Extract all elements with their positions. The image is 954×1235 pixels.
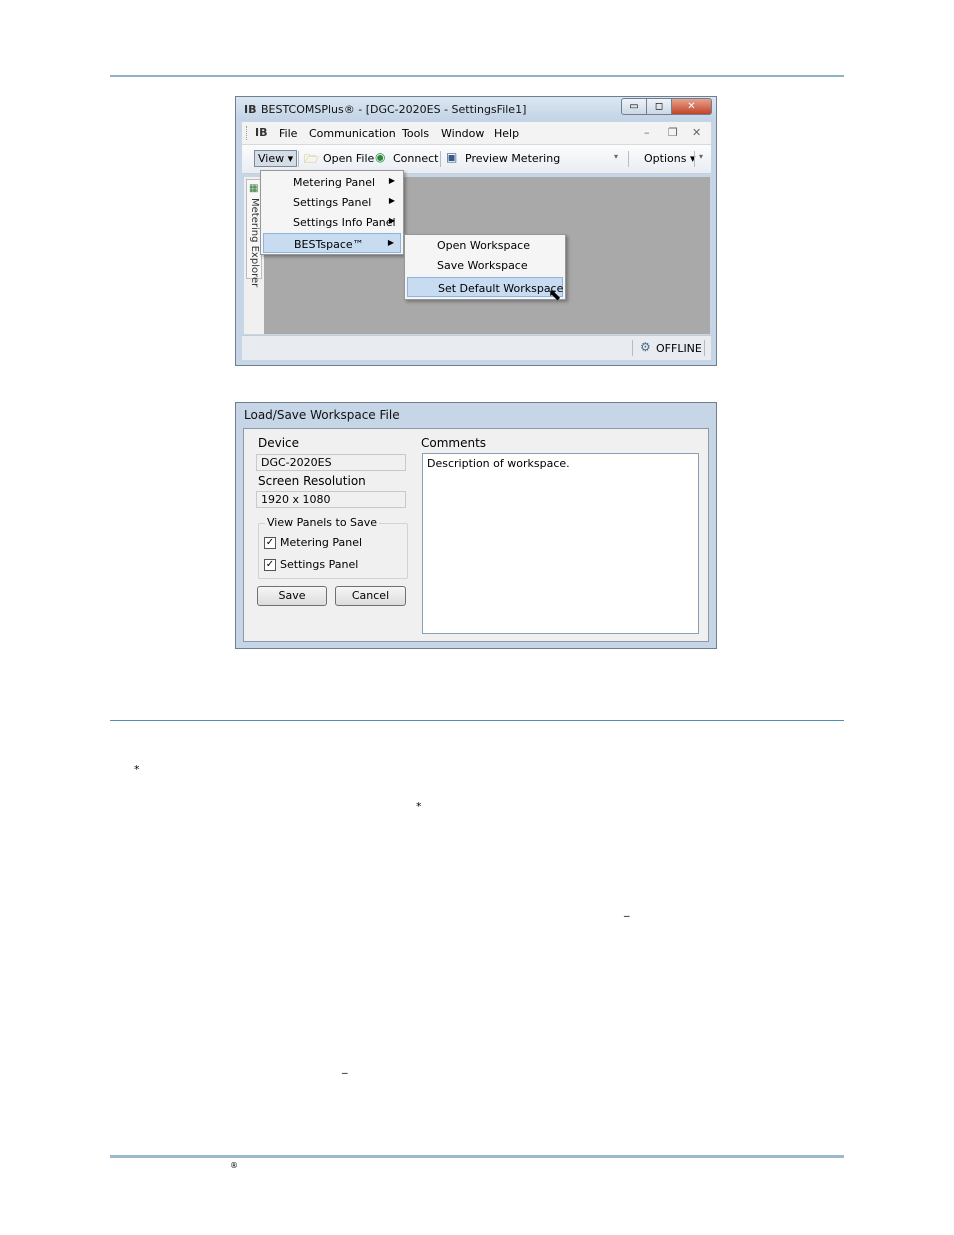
load-save-workspace-dialog: Load/Save Workspace File Device DGC-2020… [235, 402, 717, 649]
footer-rule [110, 1155, 844, 1158]
view-button[interactable]: View ▾ [254, 150, 298, 167]
metering-explorer-label: Metering Explorer [249, 198, 260, 288]
connect-button[interactable]: Connect [393, 152, 438, 165]
save-button[interactable]: Save [257, 586, 327, 606]
menu-window[interactable]: Window [441, 127, 484, 140]
menu-item-label: Settings Panel [293, 196, 372, 209]
menu-file[interactable]: File [279, 127, 297, 140]
group-title: View Panels to Save [265, 516, 380, 529]
toolbar-separator [298, 151, 299, 167]
underline-mark: _ [342, 1061, 348, 1074]
screen-resolution-label: Screen Resolution [258, 474, 366, 488]
open-file-button[interactable]: Open File [323, 152, 374, 165]
app-logo-icon: IB [244, 103, 257, 116]
menu-item-label: Settings Info Panel [293, 216, 396, 229]
minimize-icon: ▭ [629, 101, 639, 112]
toolbar-separator [628, 151, 629, 167]
registered-mark: ® [230, 1161, 238, 1170]
menu-communication[interactable]: Communication [309, 127, 396, 140]
status-bar: ⚙ OFFLINE [242, 335, 711, 360]
offline-icon: ⚙ [640, 340, 651, 354]
menu-help[interactable]: Help [494, 127, 519, 140]
section-rule [110, 720, 844, 721]
submenu-arrow-icon: ▶ [388, 196, 395, 205]
menu-item-settings-info-panel[interactable]: Settings Info Panel ▶ [263, 212, 401, 232]
window-title: BESTCOMSPlus® - [DGC-2020ES - SettingsFi… [261, 103, 527, 116]
comments-value: Description of workspace. [427, 457, 570, 470]
settings-panel-checkbox[interactable]: ✓ [264, 559, 276, 571]
menu-item-label: BESTspace™ [294, 238, 364, 251]
close-button[interactable]: ✕ [671, 98, 712, 115]
status-separator [632, 340, 633, 356]
preview-metering-icon: ▣ [446, 150, 458, 164]
comments-textarea[interactable]: Description of workspace. [422, 453, 699, 634]
cancel-button[interactable]: Cancel [335, 586, 406, 606]
menu-item-bestspace[interactable]: BESTspace™ ▶ [263, 233, 401, 253]
comments-label: Comments [421, 436, 487, 450]
toolbar-separator [694, 151, 695, 167]
menu-item-open-workspace[interactable]: Open Workspace [407, 235, 563, 255]
device-value: DGC-2020ES [261, 456, 332, 469]
mdi-minimize-icon[interactable]: – [644, 126, 650, 139]
menu-item-label: Open Workspace [437, 239, 531, 252]
maximize-button[interactable]: ◻ [646, 98, 672, 115]
options-button[interactable]: Options ▾ [644, 152, 695, 165]
device-field: DGC-2020ES [256, 454, 406, 471]
submenu-arrow-icon: ▶ [387, 238, 394, 247]
header-rule [110, 75, 844, 77]
options-overflow-icon[interactable]: ▾ [699, 152, 703, 161]
metering-panel-label: Metering Panel [280, 536, 363, 549]
menu-item-label: Metering Panel [293, 176, 376, 189]
submenu-arrow-icon: ▶ [388, 176, 395, 185]
dialog-title: Load/Save Workspace File [244, 408, 400, 422]
mouse-cursor-icon: ⬉ [548, 285, 562, 304]
screen-resolution-field: 1920 x 1080 [256, 491, 406, 508]
view-menu: Metering Panel ▶ Settings Panel ▶ Settin… [260, 170, 404, 255]
asterisk-mark: * [134, 763, 140, 776]
view-panels-group: View Panels to Save ✓ Metering Panel ✓ S… [258, 516, 408, 579]
menu-tools[interactable]: Tools [402, 127, 429, 140]
metering-explorer-icon: ▦ [249, 183, 259, 194]
minimize-button[interactable]: ▭ [621, 98, 647, 115]
preview-metering-button[interactable]: Preview Metering [465, 152, 560, 165]
toolbar-overflow-icon[interactable]: ▾ [614, 152, 618, 161]
status-separator [704, 340, 705, 356]
menu-app-icon[interactable]: IB [255, 126, 267, 139]
asterisk-mark: * [416, 800, 422, 813]
menu-item-label: Save Workspace [437, 259, 528, 272]
menu-item-metering-panel[interactable]: Metering Panel ▶ [263, 172, 401, 192]
close-icon: ✕ [687, 101, 696, 112]
globe-icon: ◉ [375, 150, 386, 164]
menu-item-label: Set Default Workspace [438, 282, 564, 295]
folder-icon: 🗁 [304, 152, 319, 166]
screen-resolution-value: 1920 x 1080 [261, 493, 331, 506]
bestspace-submenu: Open Workspace Save Workspace Set Defaul… [404, 234, 566, 300]
dialog-body: Device DGC-2020ES Screen Resolution 1920… [243, 428, 709, 642]
title-bar[interactable]: IB BESTCOMSPlus® - [DGC-2020ES - Setting… [236, 97, 716, 121]
mdi-close-icon[interactable]: ✕ [692, 126, 701, 139]
toolbar-separator [440, 151, 441, 167]
menu-bar: IB File Communication Tools Window Help … [242, 122, 711, 145]
maximize-icon: ◻ [654, 101, 664, 112]
connection-status: OFFLINE [656, 342, 702, 355]
mdi-restore-icon[interactable]: ❐ [668, 126, 678, 139]
checkmark-icon: ✓ [265, 537, 275, 548]
checkmark-icon: ✓ [265, 559, 275, 570]
settings-panel-label: Settings Panel [280, 558, 359, 571]
menu-grip [246, 126, 250, 140]
menu-item-settings-panel[interactable]: Settings Panel ▶ [263, 192, 401, 212]
metering-panel-checkbox[interactable]: ✓ [264, 537, 276, 549]
submenu-arrow-icon: ▶ [388, 216, 395, 225]
underline-mark: _ [624, 904, 630, 917]
menu-item-set-default-workspace[interactable]: Set Default Workspace [407, 277, 563, 297]
device-label: Device [258, 436, 300, 450]
menu-item-save-workspace[interactable]: Save Workspace [407, 255, 563, 275]
